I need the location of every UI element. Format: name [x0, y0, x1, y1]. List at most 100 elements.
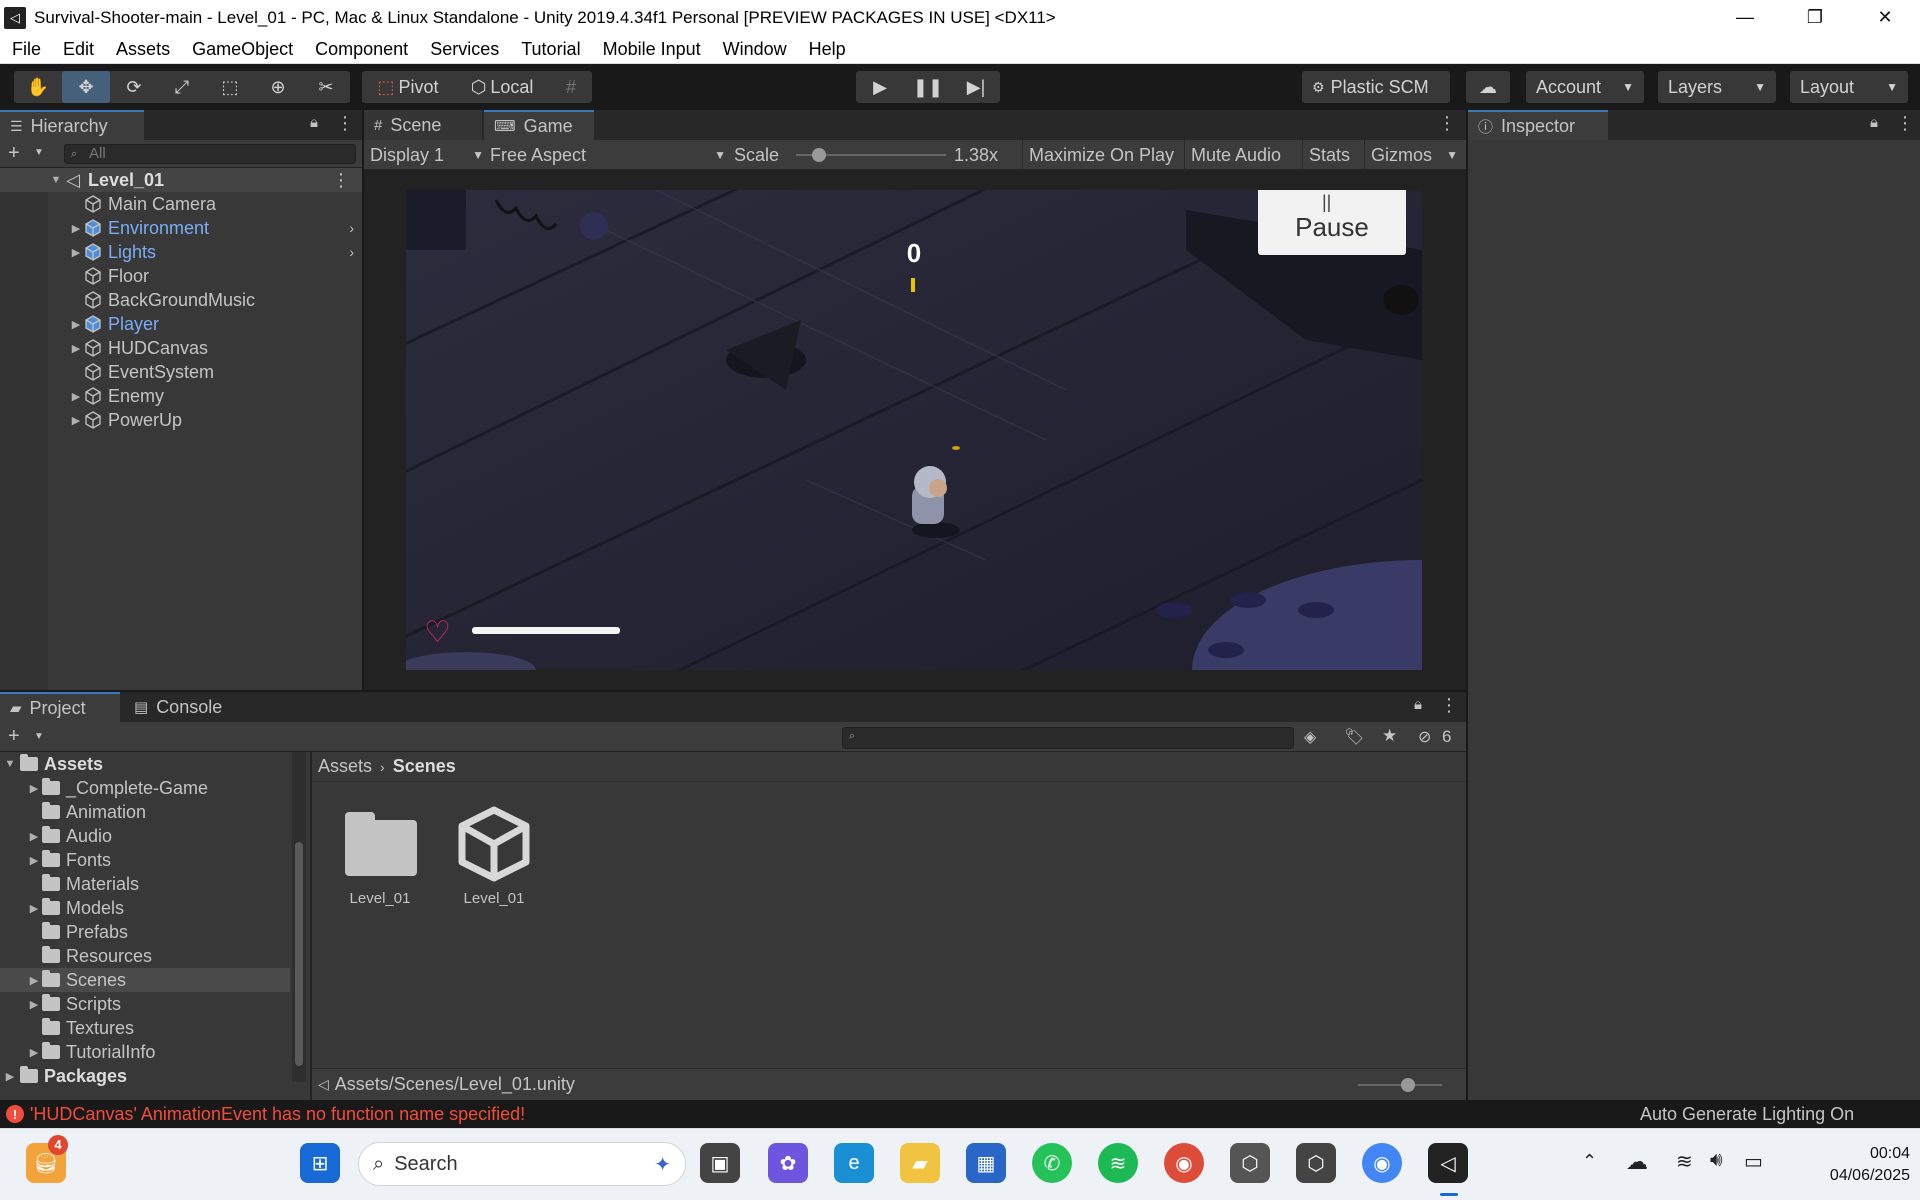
menu-assets[interactable]: Assets	[116, 39, 170, 60]
maximize-on-play-toggle[interactable]: Maximize On Play	[1022, 140, 1180, 170]
whatsapp-icon[interactable]: ✆	[1032, 1143, 1072, 1183]
edge-browser-icon[interactable]: e	[834, 1143, 874, 1183]
chrome-profile-icon[interactable]: ◉	[1362, 1143, 1402, 1183]
more-options-icon[interactable]: ⋮	[1440, 695, 1458, 716]
more-options-icon[interactable]: ⋮	[1896, 113, 1914, 134]
menu-gameobject[interactable]: GameObject	[192, 39, 293, 60]
volume-icon[interactable]: 🔊︎	[1710, 1149, 1723, 1172]
scale-tool-icon[interactable]: ⤢	[158, 71, 206, 103]
expand-arrow-icon[interactable]: ▶	[68, 222, 84, 235]
unity-hub-alt-icon[interactable]: ⬡	[1296, 1143, 1336, 1183]
wifi-icon[interactable]: ≋	[1676, 1149, 1693, 1174]
asset-item[interactable]: Level_01	[444, 804, 544, 914]
battery-icon[interactable]: ▭	[1744, 1149, 1763, 1174]
local-button[interactable]: ⬡ Local	[454, 71, 550, 103]
menu-file[interactable]: File	[12, 39, 41, 60]
unity-hub-icon[interactable]: ⬡	[1230, 1143, 1270, 1183]
layers-dropdown[interactable]: Layers ▼	[1658, 71, 1776, 103]
expand-arrow-icon[interactable]: ▶	[68, 390, 84, 403]
icon-size-slider-track[interactable]	[1358, 1084, 1442, 1086]
microsoft-store-icon[interactable]: ▦	[966, 1143, 1006, 1183]
prefab-open-chevron-icon[interactable]: ›	[349, 220, 354, 236]
icon-size-slider-thumb[interactable]	[1401, 1078, 1415, 1092]
scene-menu-icon[interactable]: ⋮	[332, 170, 350, 191]
file-explorer-icon[interactable]: ▰	[900, 1143, 940, 1183]
account-dropdown[interactable]: Account ▼	[1526, 71, 1644, 103]
hierarchy-item[interactable]: BackGroundMusic	[0, 288, 362, 312]
menu-component[interactable]: Component	[315, 39, 408, 60]
restore-button[interactable]: ❐	[1780, 0, 1850, 35]
asset-item[interactable]: Level_01	[330, 804, 430, 914]
minimize-button[interactable]: —	[1710, 0, 1780, 35]
hierarchy-item[interactable]: ▶ Lights ›	[0, 240, 362, 264]
expand-arrow-icon[interactable]: ▶	[26, 974, 42, 987]
menu-help[interactable]: Help	[809, 39, 846, 60]
rect-tool-icon[interactable]: ⬚	[206, 71, 254, 103]
pivot-button[interactable]: ⬚ Pivot	[362, 71, 454, 103]
expand-arrow-icon[interactable]: ▶	[0, 1070, 20, 1083]
tree-folder-item[interactable]: ▶ Models	[0, 896, 290, 920]
grid-snap-icon[interactable]: #	[550, 71, 592, 103]
expand-arrow-icon[interactable]: ▶	[68, 342, 84, 355]
filter-by-type-icon[interactable]: ◈	[1304, 727, 1316, 747]
tree-folder-item[interactable]: ▶ Scripts	[0, 992, 290, 1016]
cloud-icon[interactable]: ☁	[1466, 71, 1510, 103]
spotify-icon[interactable]: ≋	[1098, 1143, 1138, 1183]
hierarchy-item[interactable]: Floor	[0, 264, 362, 288]
tree-folder-item[interactable]: Textures	[0, 1016, 290, 1040]
create-plus-icon[interactable]: +	[8, 725, 20, 748]
menu-tutorial[interactable]: Tutorial	[521, 39, 580, 60]
tree-folder-item[interactable]: ▶ TutorialInfo	[0, 1040, 290, 1064]
tab-hierarchy[interactable]: ☰ Hierarchy	[0, 110, 144, 140]
breadcrumb-scenes[interactable]: Scenes	[393, 756, 456, 777]
scene-row[interactable]: ▼ ◁ Level_01 ⋮	[0, 168, 362, 192]
hud-pause-button[interactable]: || Pause	[1258, 190, 1406, 255]
tree-scrollbar-thumb[interactable]	[295, 842, 303, 1066]
hierarchy-item[interactable]: EventSystem	[0, 360, 362, 384]
expand-arrow-icon[interactable]: ▼	[48, 174, 64, 186]
taskbar-search[interactable]: ⌕ Search ✦	[358, 1142, 686, 1186]
prefab-open-chevron-icon[interactable]: ›	[349, 244, 354, 260]
tree-root-assets[interactable]: ▼ Assets	[0, 752, 310, 776]
expand-arrow-icon[interactable]: ▶	[26, 854, 42, 867]
mute-audio-toggle[interactable]: Mute Audio	[1184, 140, 1287, 170]
plastic-scm-button[interactable]: ⚙ Plastic SCM	[1302, 71, 1450, 103]
hierarchy-item[interactable]: ▶ PowerUp	[0, 408, 362, 432]
menu-window[interactable]: Window	[723, 39, 787, 60]
menu-mobile-input[interactable]: Mobile Input	[603, 39, 701, 60]
expand-arrow-icon[interactable]: ▶	[68, 246, 84, 259]
tab-game[interactable]: ⌨ Game	[484, 110, 594, 140]
tab-scene[interactable]: # Scene	[364, 110, 482, 140]
tree-folder-item[interactable]: ▶ Audio	[0, 824, 290, 848]
filter-by-label-icon[interactable]: 🏷︎	[1344, 727, 1364, 747]
tree-scrollbar[interactable]	[292, 752, 306, 1082]
lock-icon[interactable]: 🔒︎	[1870, 114, 1878, 131]
chevron-down-icon[interactable]: ▼	[34, 731, 44, 742]
lock-icon[interactable]: 🔒︎	[310, 114, 318, 131]
gizmos-dropdown[interactable]: Gizmos ▼	[1364, 140, 1458, 170]
tree-folder-item[interactable]: Prefabs	[0, 920, 290, 944]
expand-arrow-icon[interactable]: ▶	[26, 782, 42, 795]
hierarchy-item[interactable]: ▶ Environment ›	[0, 216, 362, 240]
tree-folder-item[interactable]: Materials	[0, 872, 290, 896]
hierarchy-item[interactable]: Main Camera	[0, 192, 362, 216]
tab-project[interactable]: ▰ Project	[0, 692, 120, 722]
clock[interactable]: 00:04 04/06/2025	[1780, 1143, 1910, 1187]
tree-folder-item[interactable]: Resources	[0, 944, 290, 968]
task-view-icon[interactable]: ▣	[700, 1143, 740, 1183]
copilot-icon[interactable]: ✿	[768, 1143, 808, 1183]
rotate-tool-icon[interactable]: ⟳	[110, 71, 158, 103]
custom-tool-icon[interactable]: ✂	[302, 71, 350, 103]
hidden-packages-icon[interactable]: ⊘	[1418, 727, 1431, 747]
tab-inspector[interactable]: ⓘ Inspector	[1468, 110, 1608, 140]
expand-arrow-icon[interactable]: ▶	[26, 830, 42, 843]
close-button[interactable]: ✕	[1850, 0, 1920, 35]
expand-arrow-icon[interactable]: ▶	[26, 998, 42, 1011]
unity-editor-icon[interactable]: ◁	[1428, 1143, 1468, 1183]
scale-slider-thumb[interactable]	[811, 148, 826, 162]
expand-arrow-icon[interactable]: ▶	[26, 902, 42, 915]
expand-arrow-icon[interactable]: ▶	[26, 1046, 42, 1059]
hierarchy-item[interactable]: ▶ Enemy	[0, 384, 362, 408]
lock-icon[interactable]: 🔒︎	[1414, 696, 1422, 713]
tree-root-packages[interactable]: ▶ Packages	[0, 1064, 310, 1088]
